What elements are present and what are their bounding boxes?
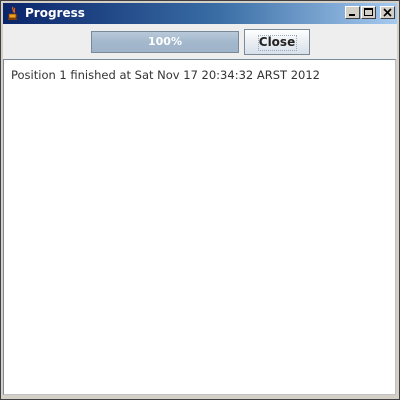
window-title: Progress (25, 6, 85, 20)
toolbar: 100% Close (3, 24, 397, 59)
maximize-button[interactable] (361, 6, 376, 19)
close-button-label: Close (258, 35, 296, 49)
close-button[interactable]: Close (244, 29, 310, 55)
progress-bar: 100% (91, 31, 239, 53)
progress-window: Progress 100% Close Position 1 finished … (0, 0, 400, 400)
close-window-button[interactable] (380, 6, 395, 19)
maximize-icon (364, 8, 373, 16)
title-bar[interactable]: Progress (3, 3, 397, 24)
minimize-button[interactable] (345, 6, 360, 19)
close-icon (383, 8, 392, 17)
java-cup-icon (7, 6, 19, 21)
progress-text: 100% (148, 35, 182, 48)
minimize-icon (349, 14, 355, 16)
log-text-area[interactable]: Position 1 finished at Sat Nov 17 20:34:… (3, 59, 396, 395)
